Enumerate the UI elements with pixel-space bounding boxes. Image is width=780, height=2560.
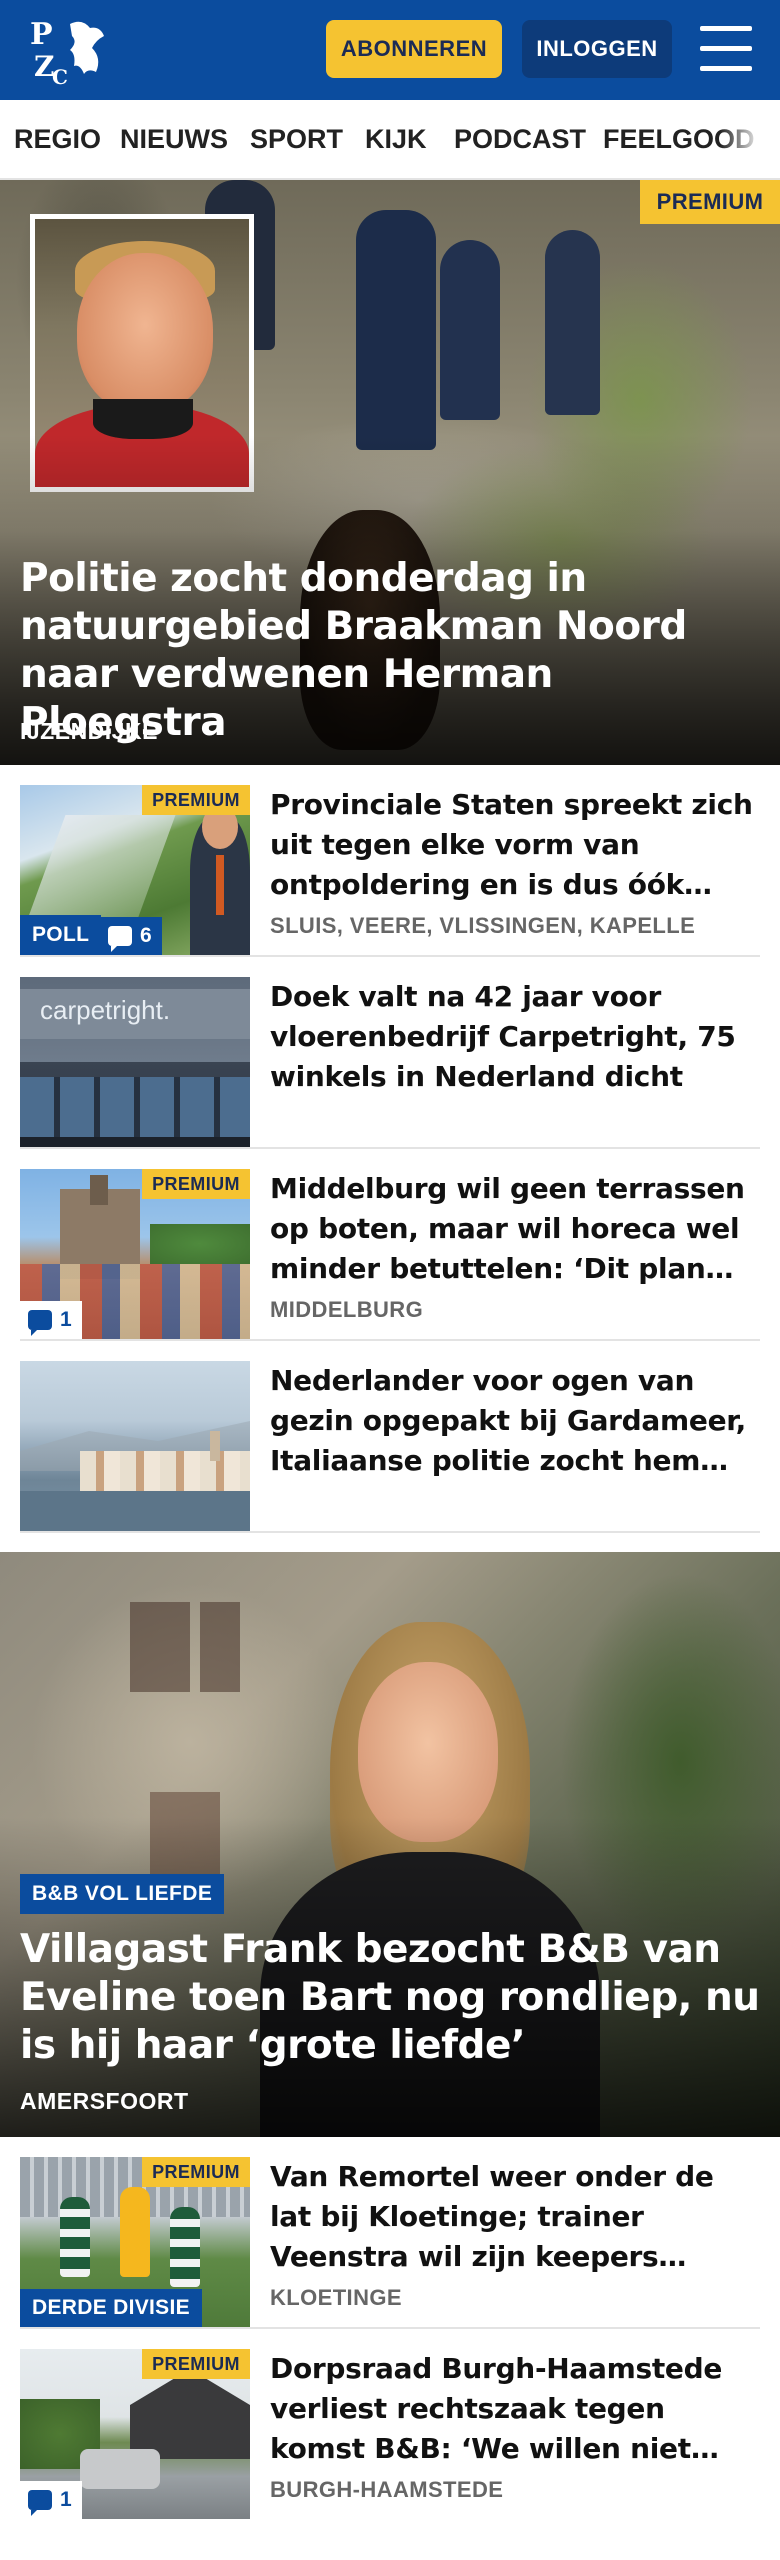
premium-badge: PREMIUM: [142, 2157, 250, 2187]
list-item[interactable]: PREMIUM DERDE DIVISIE Van Remortel weer …: [20, 2137, 760, 2329]
feature-photo-window: [130, 1602, 190, 1692]
list-item[interactable]: carpetright. Doek valt na 42 jaar voor v…: [20, 957, 760, 1149]
article-thumbnail: PREMIUM 1: [20, 1169, 250, 1339]
article-thumbnail: [20, 1361, 250, 1531]
article-location: KLOETINGE: [270, 2285, 402, 2310]
comment-count[interactable]: 1: [20, 1301, 82, 1339]
section-nav: REGIO NIEUWS SPORT KIJK PODCAST FEELGOOD…: [0, 100, 780, 180]
carpetright-sign: carpetright.: [40, 995, 171, 1025]
hero-photo-officer: [440, 240, 500, 420]
article-thumbnail: PREMIUM 1: [20, 2349, 250, 2519]
hero-photo-officer: [356, 210, 436, 450]
article-title[interactable]: Van Remortel weer onder de lat bij Kloet…: [270, 2157, 755, 2277]
premium-badge: PREMIUM: [640, 180, 780, 224]
nav-item-podcast[interactable]: PODCAST: [454, 124, 586, 155]
comment-count-value: 1: [60, 1308, 72, 1331]
comment-count[interactable]: 1: [20, 2481, 82, 2519]
division-tag: DERDE DIVISIE: [20, 2289, 202, 2327]
article-location: SLUIS, VEERE, VLISSINGEN, KAPELLE: [270, 913, 696, 938]
nav-fade: [720, 100, 780, 178]
article-title[interactable]: Middelburg wil geen terrassen op boten, …: [270, 1169, 755, 1289]
nav-item-kijk[interactable]: KIJK: [365, 124, 427, 155]
article-title[interactable]: Doek valt na 42 jaar voor vloerenbedrijf…: [270, 977, 755, 1097]
comment-count-value: 6: [140, 924, 152, 947]
feature-location: AMERSFOORT: [20, 2088, 189, 2114]
nav-item-nieuws[interactable]: NIEUWS: [120, 124, 228, 155]
feature-title[interactable]: Villagast Frank bezocht B&B van Eveline …: [20, 1926, 760, 2070]
list-item[interactable]: PREMIUM 1 Middelburg wil geen terrassen …: [20, 1149, 760, 1341]
hamburger-menu-icon[interactable]: [700, 26, 752, 72]
feature-article[interactable]: B&B VOL LIEFDE Villagast Frank bezocht B…: [0, 1552, 780, 2137]
subscribe-button[interactable]: ABONNEREN: [326, 20, 502, 78]
article-location: MIDDELBURG: [270, 1297, 424, 1322]
article-thumbnail: PREMIUM POLL 6: [20, 785, 250, 955]
feature-photo-person: [358, 1662, 498, 1842]
site-header: P Z C ABONNEREN INLOGGEN: [0, 0, 780, 100]
article-title[interactable]: Nederlander voor ogen van gezin opgepakt…: [270, 1361, 755, 1481]
list-item[interactable]: Nederlander voor ogen van gezin opgepakt…: [20, 1341, 760, 1533]
premium-badge: PREMIUM: [142, 785, 250, 815]
feature-photo-window: [200, 1602, 240, 1692]
login-button[interactable]: INLOGGEN: [522, 20, 672, 78]
feature-tag: B&B VOL LIEFDE: [20, 1874, 225, 1914]
article-thumbnail: PREMIUM DERDE DIVISIE: [20, 2157, 250, 2327]
comment-icon: [108, 926, 132, 952]
premium-badge: PREMIUM: [142, 1169, 250, 1199]
pzc-logo[interactable]: P Z C: [30, 14, 110, 89]
hero-photo-officer: [545, 230, 600, 415]
svg-text:C: C: [52, 65, 68, 88]
article-title[interactable]: Provinciale Staten spreekt zich uit tege…: [270, 785, 755, 905]
list-item[interactable]: PREMIUM POLL 6 Provinciale Staten spreek…: [20, 765, 760, 957]
premium-badge: PREMIUM: [142, 2349, 250, 2379]
nav-item-sport[interactable]: SPORT: [250, 124, 343, 155]
nav-item-regio[interactable]: REGIO: [14, 124, 101, 155]
comment-count[interactable]: 6: [100, 917, 162, 955]
article-thumbnail: carpetright.: [20, 977, 250, 1147]
comment-count-value: 1: [60, 2488, 72, 2511]
list-item[interactable]: PREMIUM 1 Dorpsraad Burgh-Haamstede verl…: [20, 2329, 760, 2521]
poll-tag: POLL: [20, 915, 102, 955]
svg-text:P: P: [30, 17, 53, 52]
hero-article[interactable]: PREMIUM Politie zocht donderdag in natuu…: [0, 180, 780, 765]
comment-icon: [28, 2490, 52, 2516]
hero-location: IJZENDIJKE: [20, 718, 158, 744]
article-title[interactable]: Dorpsraad Burgh-Haamstede verliest recht…: [270, 2349, 755, 2469]
comment-icon: [28, 1310, 52, 1336]
article-location: BURGH-HAAMSTEDE: [270, 2477, 504, 2502]
